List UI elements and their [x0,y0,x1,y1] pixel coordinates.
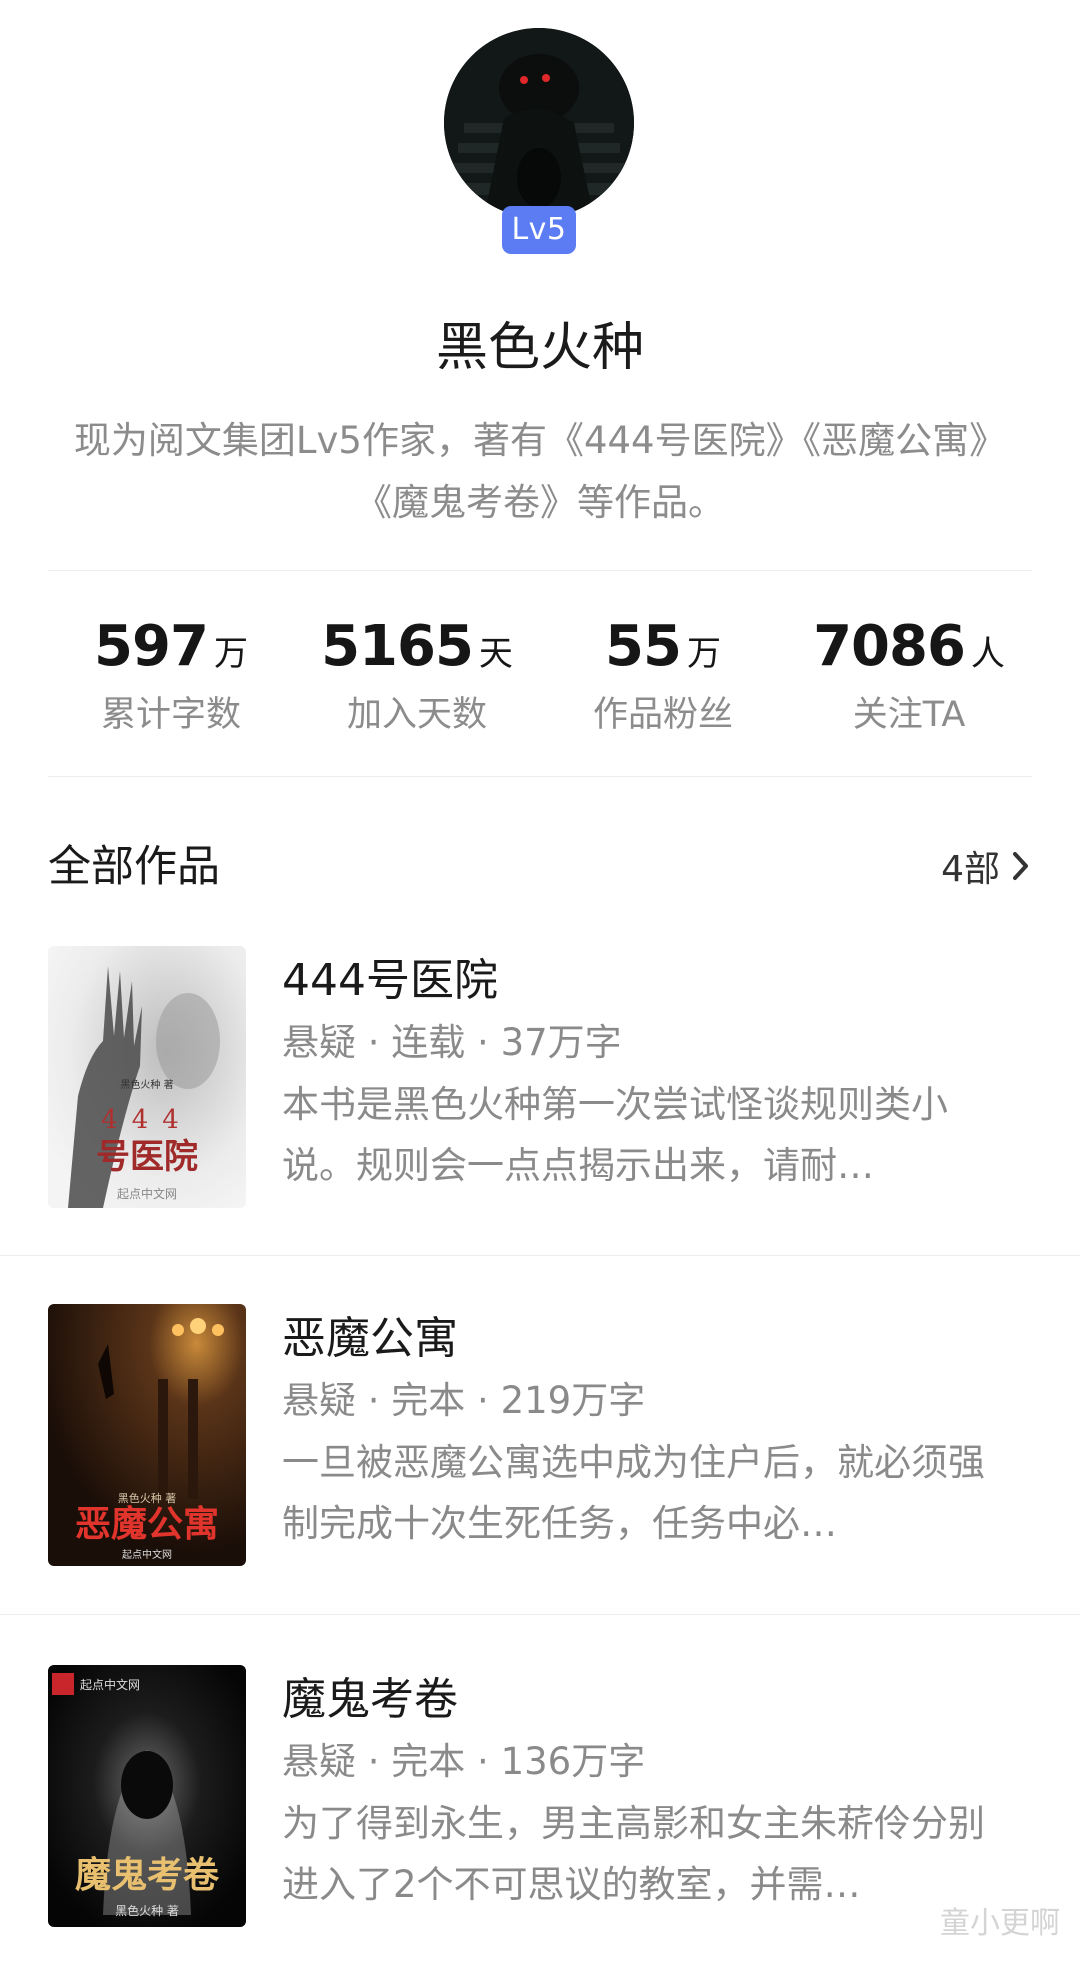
chevron-right-icon [1013,852,1028,880]
cover-publisher: 起点中文网 [117,1186,177,1201]
book-meta: 悬疑 · 完本 · 136万字 [282,1740,646,1783]
author-avatar[interactable] [444,28,634,218]
stat-label: 加入天数 [346,695,487,735]
cover-publisher: 起点中文网 [122,1548,172,1561]
works-section-title: 全部作品 [48,842,220,892]
book-info: 魔鬼考卷 悬疑 · 完本 · 136万字 为了得到永生，男主高影和女主朱菥伶分别… [282,1669,1012,1915]
stat-fans: 55 万 作品粉丝 [540,612,786,742]
book-cover[interactable]: 起点中文网 魔鬼考卷 黑色火种 著 [48,1665,246,1927]
author-profile-page: Lv5 黑色火种 现为阅文集团Lv5作家，著有《444号医院》《恶魔公寓》《魔鬼… [0,0,1080,1963]
stat-unit: 万 [686,634,721,674]
author-stats: 597 万 累计字数 5165 天 加入天数 55 万 作品粉丝 7086 人 关注TA [48,612,1032,742]
stat-label: 关注TA [852,695,966,735]
cover-publisher: 起点中文网 [80,1677,140,1692]
book-description: 本书是黑色火种第一次尝试怪谈规则类小说。规则会一点点揭示出来，请耐… [282,1083,948,1187]
book-info: 恶魔公寓 悬疑 · 完本 · 219万字 一旦被恶魔公寓选中成为住户后，就必须强… [282,1308,1012,1554]
svg-text:号医院: 号医院 [96,1137,198,1177]
book-title: 恶魔公寓 [282,1313,458,1364]
author-intro: 现为阅文集团Lv5作家，著有《444号医院》《恶魔公寓》《魔鬼考卷》等作品。 [73,419,1007,524]
divider [48,776,1032,777]
book-title: 魔鬼考卷 [282,1674,458,1725]
book-meta: 悬疑 · 连载 · 37万字 [282,1021,622,1064]
author-name: 黑色火种 [435,318,644,378]
stat-value: 55 [605,614,682,679]
divider [48,570,1032,571]
stat-label: 作品粉丝 [592,695,733,735]
avatar-image [444,28,634,218]
works-count: 4部 [941,849,1000,890]
book-description: 一旦被恶魔公寓选中成为住户后，就必须强制完成十次生死任务，任务中必… [282,1441,985,1545]
cover-title: 恶魔公寓 [75,1503,219,1545]
book-item[interactable]: 黑色火种 著 恶魔公寓 起点中文网 恶魔公寓 悬疑 · 完本 · 219万字 一… [0,1304,1080,1666]
book-item[interactable]: 黑色火种 著 444 号医院 起点中文网 444号医院 悬疑 · 连载 · 37… [0,946,1080,1308]
book-meta: 悬疑 · 完本 · 219万字 [282,1379,646,1422]
stat-followers[interactable]: 7086 人 关注TA [786,612,1032,742]
book-cover[interactable]: 黑色火种 著 444 号医院 起点中文网 [48,946,246,1208]
stat-label: 累计字数 [100,695,241,735]
stat-value: 7086 [813,614,966,679]
book-cover-image: 起点中文网 魔鬼考卷 黑色火种 著 [48,1665,246,1927]
book-title: 444号医院 [282,955,498,1006]
stat-unit: 天 [478,634,513,674]
stat-total-words: 597 万 累计字数 [48,612,294,742]
cover-author: 黑色火种 著 [115,1904,179,1918]
stat-unit: 万 [213,634,248,674]
stat-value: 5165 [321,614,474,679]
divider [0,1255,1080,1256]
cover-title: 魔鬼考卷 [75,1854,220,1896]
book-info: 444号医院 悬疑 · 连载 · 37万字 本书是黑色火种第一次尝试怪谈规则类小… [282,950,1012,1196]
works-count-link[interactable]: 4部 [941,840,1032,892]
book-description: 为了得到永生，男主高影和女主朱菥伶分别进入了2个不可思议的教室，并需… [282,1802,985,1906]
book-cover-image: 黑色火种 著 恶魔公寓 起点中文网 [48,1304,246,1566]
book-cover-image: 黑色火种 著 444 号医院 起点中文网 [48,946,246,1208]
book-item[interactable]: 起点中文网 魔鬼考卷 黑色火种 著 魔鬼考卷 悬疑 · 完本 · 136万字 为… [0,1665,1080,1963]
watermark: 童小更啊 [940,1906,1060,1941]
cover-author: 黑色火种 著 [120,1078,173,1091]
divider [0,1614,1080,1615]
stat-value: 597 [94,614,209,679]
stat-days-joined: 5165 天 加入天数 [294,612,540,742]
level-badge: Lv5 [502,206,576,254]
stat-unit: 人 [970,634,1005,674]
book-cover[interactable]: 黑色火种 著 恶魔公寓 起点中文网 [48,1304,246,1566]
svg-text:444: 444 [101,1105,193,1135]
